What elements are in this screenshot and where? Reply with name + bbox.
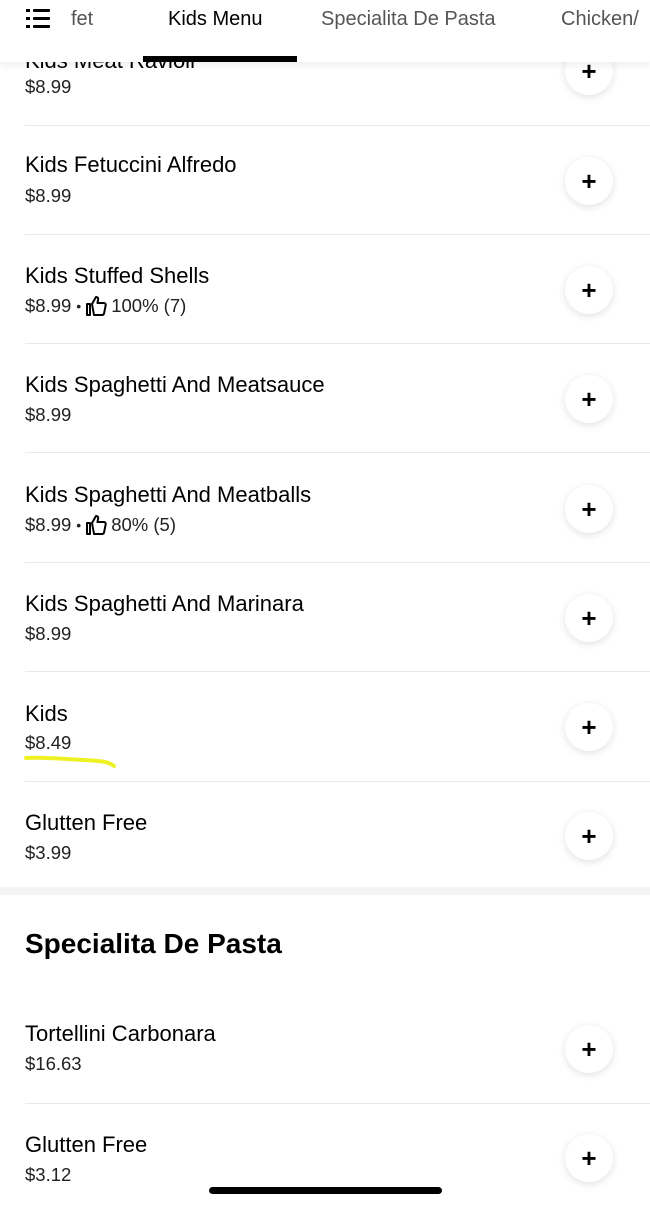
item-price: $8.99 — [25, 404, 71, 426]
tab-chicken[interactable]: Chicken/ — [561, 8, 639, 31]
price-text: $8.99 — [25, 185, 72, 206]
active-tab-indicator — [143, 56, 297, 62]
item-price: $8.99 — [25, 623, 71, 645]
divider — [25, 671, 650, 672]
price-text: $8.99 — [25, 76, 72, 97]
plus-icon: + — [581, 493, 597, 524]
item-price: $8.49 — [25, 732, 71, 754]
tab-specialita-de-pasta[interactable]: Specialita De Pasta — [321, 8, 496, 31]
divider — [25, 781, 650, 782]
add-item-button[interactable]: + — [565, 375, 613, 423]
item-name: Glutten Free — [25, 1132, 148, 1157]
category-list-icon[interactable] — [26, 9, 50, 29]
divider — [25, 1103, 650, 1104]
highlight-mark — [24, 755, 116, 768]
item-price: $8.99 — [25, 76, 71, 98]
item-name: Kids Stuffed Shells — [25, 263, 210, 288]
rating-text: 100% (7) — [111, 295, 187, 316]
plus-icon: + — [581, 165, 597, 196]
plus-icon: + — [581, 274, 597, 305]
price-text: $8.99 — [25, 623, 72, 644]
rating-text: 80% (5) — [111, 514, 176, 535]
plus-icon: + — [581, 1142, 597, 1173]
item-price: $3.12 — [25, 1164, 71, 1186]
divider — [25, 562, 650, 563]
add-item-button[interactable]: + — [565, 1025, 613, 1073]
item-name: Kids Spaghetti And Marinara — [25, 591, 304, 616]
thumbs-up-icon — [86, 515, 107, 535]
plus-icon: + — [581, 1033, 597, 1064]
item-price: $8.99 — [25, 185, 71, 207]
add-item-button[interactable]: + — [565, 157, 613, 205]
item-name: Kids Fetuccini Alfredo — [25, 152, 237, 177]
thumbs-up-icon — [86, 296, 107, 316]
item-meta: $8.99 • 80% (5) — [25, 514, 176, 536]
plus-icon: + — [581, 711, 597, 742]
price-text: $3.99 — [25, 842, 72, 863]
separator: • — [76, 517, 82, 533]
plus-icon: + — [581, 820, 597, 851]
price-text: $3.12 — [25, 1164, 72, 1185]
divider — [25, 343, 650, 344]
add-item-button[interactable]: + — [565, 594, 613, 642]
divider — [25, 452, 650, 453]
add-item-button[interactable]: + — [565, 266, 613, 314]
add-item-button[interactable]: + — [565, 485, 613, 533]
item-name: Tortellini Carbonara — [25, 1021, 216, 1046]
section-title: Specialita De Pasta — [25, 928, 282, 959]
separator: • — [76, 298, 82, 314]
item-price: $3.99 — [25, 842, 71, 864]
item-meta: $8.99 • 100% (7) — [25, 295, 186, 317]
price-text: $8.99 — [25, 404, 72, 425]
add-item-button[interactable]: + — [565, 812, 613, 860]
tab-kids-menu[interactable]: Kids Menu — [168, 8, 263, 31]
item-name: Glutten Free — [25, 810, 148, 835]
category-nav: fet Kids Menu Specialita De Pasta Chicke… — [0, 0, 650, 62]
item-name: Kids Spaghetti And Meatballs — [25, 482, 312, 507]
add-item-button[interactable]: + — [565, 1134, 613, 1182]
home-indicator[interactable] — [209, 1187, 442, 1194]
item-price: $16.63 — [25, 1053, 82, 1075]
price-text: $16.63 — [25, 1053, 82, 1074]
add-item-button[interactable]: + — [565, 703, 613, 751]
section-divider — [0, 887, 650, 895]
plus-icon: + — [581, 602, 597, 633]
item-name: Kids Spaghetti And Meatsauce — [25, 372, 325, 397]
divider — [25, 125, 650, 126]
price-text: $8.49 — [25, 732, 72, 753]
tab-fet[interactable]: fet — [71, 8, 93, 31]
price-text: $8.99 — [25, 514, 72, 535]
price-text: $8.99 — [25, 295, 72, 316]
divider — [25, 234, 650, 235]
item-name: Kids — [25, 701, 68, 726]
plus-icon: + — [581, 383, 597, 414]
